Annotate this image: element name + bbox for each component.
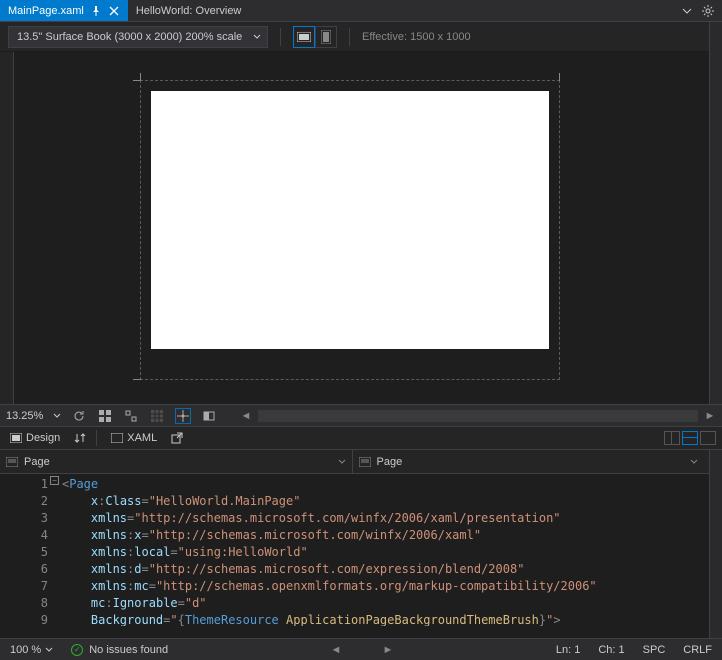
- nav-scope-label: Page: [24, 456, 50, 468]
- horizontal-scrollbar[interactable]: [258, 410, 698, 422]
- snapping-icon[interactable]: [123, 408, 139, 424]
- scroll-right-icon[interactable]: ►: [704, 410, 716, 422]
- nav-member-dropdown[interactable]: Page: [353, 451, 705, 473]
- issues-label[interactable]: No issues found: [89, 644, 168, 656]
- device-dropdown[interactable]: 13.5" Surface Book (3000 x 2000) 200% sc…: [8, 26, 268, 48]
- tab-mainpage[interactable]: MainPage.xaml: [0, 0, 128, 21]
- editor-status-bar: 100 % ✓ No issues found ◄ ► Ln: 1 Ch: 1 …: [0, 638, 722, 660]
- nav-member-label: Page: [377, 456, 403, 468]
- document-tab-bar: MainPage.xaml HelloWorld: Overview: [0, 0, 722, 22]
- eol-indicator[interactable]: CRLF: [683, 644, 712, 656]
- fold-toggle-icon[interactable]: −: [50, 476, 59, 485]
- zoom-level[interactable]: 13.25%: [6, 410, 43, 422]
- line-number-gutter: − 123456789: [0, 474, 62, 626]
- chevron-down-icon[interactable]: [53, 412, 61, 420]
- split-vertical-icon[interactable]: [664, 431, 680, 445]
- popout-icon[interactable]: [171, 432, 183, 444]
- tab-overview[interactable]: HelloWorld: Overview: [128, 0, 250, 21]
- line-indicator[interactable]: Ln: 1: [556, 644, 580, 656]
- pin-icon[interactable]: [90, 5, 102, 17]
- check-circle-icon: ✓: [71, 644, 83, 656]
- snap-lines-icon[interactable]: [175, 408, 191, 424]
- design-vertical-scrollbar[interactable]: [709, 22, 722, 404]
- design-tab-label: Design: [26, 432, 60, 444]
- scroll-left-icon[interactable]: ◄: [240, 410, 252, 422]
- design-canvas[interactable]: [140, 80, 560, 380]
- editor-zoom[interactable]: 100 %: [10, 644, 41, 656]
- tab-label: MainPage.xaml: [8, 5, 84, 17]
- toggle-icon[interactable]: [201, 408, 217, 424]
- vertical-ruler: [0, 52, 14, 404]
- grid-icon[interactable]: [97, 408, 113, 424]
- design-surface[interactable]: [0, 52, 722, 404]
- orientation-buttons: [293, 26, 337, 48]
- dropdown-icon[interactable]: [682, 6, 692, 16]
- tab-label: HelloWorld: Overview: [136, 5, 242, 17]
- landscape-button[interactable]: [293, 26, 315, 48]
- gear-icon[interactable]: [702, 5, 714, 17]
- code-navigation-bar: Page Page: [0, 450, 722, 474]
- snap-grid-icon[interactable]: [149, 408, 165, 424]
- char-indicator[interactable]: Ch: 1: [598, 644, 624, 656]
- split-collapse-icon[interactable]: [700, 431, 716, 445]
- effective-resolution: Effective: 1500 x 1000: [362, 31, 471, 43]
- indent-indicator[interactable]: SPC: [643, 644, 666, 656]
- device-label: 13.5" Surface Book (3000 x 2000) 200% sc…: [17, 31, 242, 43]
- code-editor[interactable]: − 123456789 <Page x:Class="HelloWorld.Ma…: [0, 474, 722, 626]
- nav-scope-dropdown[interactable]: Page: [0, 451, 352, 473]
- swap-panes-icon[interactable]: [74, 432, 86, 444]
- code-vertical-scrollbar[interactable]: [709, 450, 722, 638]
- hscroll-left-icon[interactable]: ◄: [330, 644, 342, 656]
- xaml-tab-label: XAML: [127, 432, 157, 444]
- portrait-button[interactable]: [315, 26, 337, 48]
- designer-split-bar: Design XAML: [0, 426, 722, 450]
- designer-toolbar: 13.5" Surface Book (3000 x 2000) 200% sc…: [0, 22, 722, 52]
- close-icon[interactable]: [108, 5, 120, 17]
- zoom-chevron-icon[interactable]: [45, 646, 53, 654]
- page-preview[interactable]: [151, 91, 549, 349]
- hscroll-right-icon[interactable]: ►: [382, 644, 394, 656]
- xaml-pane-tab[interactable]: XAML: [107, 430, 161, 446]
- refresh-icon[interactable]: [71, 408, 87, 424]
- design-status-bar: 13.25% ◄ ►: [0, 404, 722, 426]
- code-text[interactable]: <Page x:Class="HelloWorld.MainPage" xmln…: [62, 474, 722, 626]
- design-pane-tab[interactable]: Design: [6, 430, 64, 446]
- split-horizontal-icon[interactable]: [682, 431, 698, 445]
